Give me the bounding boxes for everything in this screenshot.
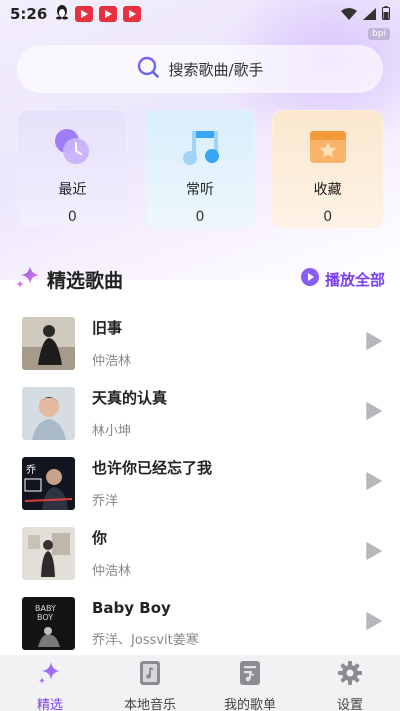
album-cover: 乔 bbox=[22, 456, 75, 510]
status-time: 5:26 bbox=[10, 5, 48, 23]
section-title: 精选歌曲 bbox=[47, 269, 124, 292]
album-cover bbox=[22, 526, 75, 580]
video-app-icon bbox=[123, 6, 142, 22]
bottom-tab-bar: 精选 本地音乐 我的歌单 设置 bbox=[0, 655, 400, 711]
song-artist: 仲浩林 bbox=[92, 354, 132, 369]
recent-card[interactable]: 最近 0 bbox=[17, 110, 128, 228]
svg-text:乔: 乔 bbox=[26, 464, 36, 476]
favorite-count: 0 bbox=[323, 209, 333, 225]
song-artist: 仲浩林 bbox=[92, 564, 132, 579]
song-item[interactable]: 天真的认真 林小坤 bbox=[22, 378, 382, 448]
play-circle-icon bbox=[300, 268, 319, 290]
recent-label: 最近 bbox=[58, 182, 87, 198]
play-all-label: 播放全部 bbox=[324, 270, 385, 289]
song-item[interactable]: 旧事 仲浩林 bbox=[22, 308, 382, 378]
album-cover bbox=[22, 316, 75, 370]
sparkle-icon bbox=[15, 264, 41, 294]
tab-local-music[interactable]: 本地音乐 bbox=[100, 655, 200, 711]
search-icon bbox=[136, 55, 160, 83]
clock-icon bbox=[50, 125, 94, 169]
song-artist: 乔洋 bbox=[92, 494, 119, 509]
often-count: 0 bbox=[195, 209, 205, 225]
status-bar: 5:26 bbox=[0, 0, 400, 28]
play-icon[interactable] bbox=[366, 542, 382, 564]
tab-label: 本地音乐 bbox=[123, 698, 176, 711]
recent-count: 0 bbox=[67, 209, 77, 225]
song-item[interactable]: 你 仲浩林 bbox=[22, 518, 382, 588]
tab-label: 我的歌单 bbox=[223, 698, 276, 711]
svg-text:BOY: BOY bbox=[37, 613, 53, 622]
search-placeholder: 搜索歌曲/歌手 bbox=[168, 60, 264, 79]
song-title: 旧事 bbox=[92, 319, 123, 337]
often-label: 常听 bbox=[186, 182, 214, 198]
album-cover bbox=[22, 386, 75, 440]
often-card[interactable]: 常听 0 bbox=[144, 110, 256, 228]
play-all-button[interactable]: 播放全部 bbox=[300, 268, 385, 290]
tab-settings[interactable]: 设置 bbox=[300, 655, 400, 711]
favorite-label: 收藏 bbox=[313, 182, 342, 198]
video-app-icon bbox=[99, 6, 118, 22]
battery-icon bbox=[382, 5, 390, 24]
song-list: 旧事 仲浩林 天真的认真 林小坤 乔 也许你已经忘了我 乔洋 你 仲浩林 BAB… bbox=[22, 308, 382, 658]
tab-label: 精选 bbox=[36, 698, 63, 711]
qq-penguin-icon bbox=[55, 4, 69, 24]
tab-label: 设置 bbox=[336, 698, 363, 711]
album-cover: BABY BOY bbox=[22, 596, 75, 650]
play-icon[interactable] bbox=[366, 402, 382, 424]
gear-icon bbox=[337, 660, 363, 690]
svg-text:BABY: BABY bbox=[35, 604, 56, 613]
song-artist: 乔洋、Jossvit姜寒 bbox=[92, 632, 199, 648]
watermark-label: bpi bbox=[368, 28, 390, 40]
video-app-icon bbox=[75, 6, 94, 22]
search-bar[interactable]: 搜索歌曲/歌手 bbox=[17, 45, 383, 93]
song-item[interactable]: BABY BOY Baby Boy 乔洋、Jossvit姜寒 bbox=[22, 588, 382, 658]
featured-header: 精选歌曲 播放全部 bbox=[15, 264, 385, 294]
play-icon[interactable] bbox=[366, 472, 382, 494]
music-file-icon bbox=[138, 660, 162, 690]
tab-my-playlists[interactable]: 我的歌单 bbox=[200, 655, 300, 711]
song-title: 天真的认真 bbox=[92, 389, 168, 407]
song-title: Baby Boy bbox=[92, 598, 171, 617]
favorite-card[interactable]: 收藏 0 bbox=[272, 110, 384, 228]
play-icon[interactable] bbox=[366, 332, 382, 354]
tab-featured[interactable]: 精选 bbox=[0, 655, 100, 711]
playlist-icon bbox=[238, 660, 262, 690]
star-box-icon bbox=[306, 125, 350, 169]
shortcut-cards: 最近 0 常听 0 收藏 0 bbox=[17, 110, 384, 228]
signal-icon bbox=[363, 5, 376, 24]
sparkle-icon bbox=[37, 660, 63, 690]
song-title: 你 bbox=[92, 529, 108, 547]
wifi-icon bbox=[341, 5, 357, 24]
song-item[interactable]: 乔 也许你已经忘了我 乔洋 bbox=[22, 448, 382, 518]
song-artist: 林小坤 bbox=[92, 424, 132, 439]
play-icon[interactable] bbox=[366, 612, 382, 634]
song-title: 也许你已经忘了我 bbox=[92, 459, 213, 477]
music-note-icon bbox=[178, 125, 222, 169]
